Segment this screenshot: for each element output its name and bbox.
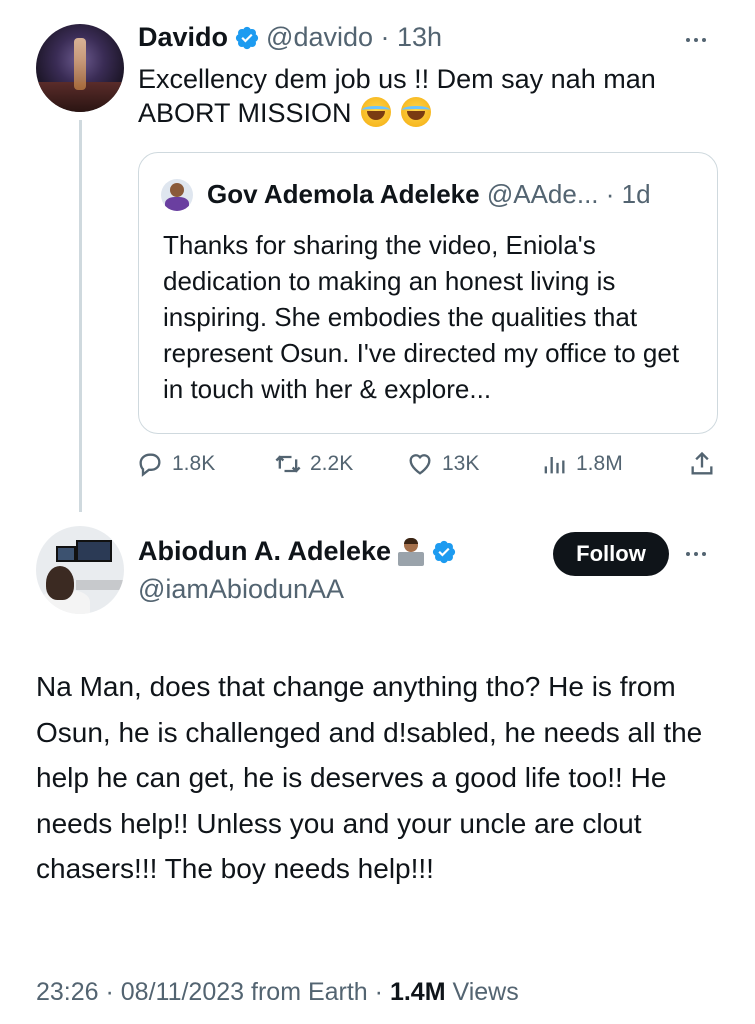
abiodun-more-icon[interactable]	[686, 552, 706, 556]
davido-header: Davido @davido · 13h	[138, 22, 442, 53]
quote-text: Thanks for sharing the video, Eniola's d…	[163, 230, 680, 404]
technologist-emoji-icon	[397, 537, 425, 566]
quote-handle	[480, 179, 487, 210]
quote-avatar	[161, 179, 193, 211]
tweet-time[interactable]: 23:26	[36, 978, 99, 1006]
analytics-icon	[544, 457, 565, 474]
davido-avatar[interactable]	[36, 24, 124, 112]
davido-text-line1: Excellency dem job us !! Dem say nah man	[138, 64, 656, 94]
reply-button[interactable]: 1.8K	[136, 450, 215, 478]
tears-of-joy-emoji-icon	[400, 97, 431, 127]
davido-time[interactable]: 13h	[397, 22, 442, 53]
davido-tweet-text: Excellency dem job us !! Dem say nah man…	[138, 62, 718, 130]
quote-name: Gov Ademola Adeleke	[207, 179, 480, 209]
quoted-tweet-card[interactable]: Gov Ademola Adeleke @AAde... · 1d Thanks…	[138, 152, 718, 434]
heart-icon	[409, 454, 431, 475]
quote-header: Gov Ademola Adeleke @AAde... · 1d	[207, 179, 651, 210]
reply-count: 1.8K	[172, 452, 216, 475]
verified-badge-icon	[432, 540, 456, 563]
davido-text-line2: ABORT MISSION	[138, 98, 352, 128]
quote-time: 1d	[621, 179, 651, 209]
reply-tweet-text: Na Man, does that change anything tho? H…	[36, 671, 703, 884]
abiodun-handle[interactable]: @iamAbiodunAA	[138, 574, 344, 605]
like-button[interactable]: 13K	[406, 450, 479, 478]
repost-icon	[275, 455, 301, 473]
thread-line	[79, 120, 82, 512]
tweet-source: from Earth	[251, 978, 368, 1006]
repost-button[interactable]: 2.2K	[274, 450, 353, 478]
like-count: 13K	[442, 452, 480, 475]
abiodun-avatar[interactable]	[36, 526, 124, 614]
tweet-views-label: Views	[452, 978, 519, 1006]
reply-icon	[139, 453, 161, 477]
views-button[interactable]: 1.8M	[540, 450, 623, 478]
abiodun-name[interactable]: Abiodun A. Adeleke	[138, 536, 391, 567]
abiodun-header: Abiodun A. Adeleke	[138, 536, 463, 567]
share-button[interactable]	[688, 450, 716, 478]
quote-handle-text: @AAde...	[486, 179, 599, 209]
davido-more-icon[interactable]	[686, 38, 706, 42]
separator-dot: ·	[598, 179, 622, 209]
separator-dot: ·	[98, 978, 121, 1006]
tweet-meta: 23:26 · 08/11/2023 from Earth · 1.4M Vie…	[36, 978, 519, 1007]
separator-dot: ·	[373, 22, 398, 52]
davido-handle[interactable]: @davido	[266, 22, 373, 53]
verified-badge-icon	[235, 26, 259, 49]
separator-dot: ·	[367, 978, 390, 1006]
repost-count: 2.2K	[310, 452, 354, 475]
tweet-date[interactable]: 08/11/2023	[121, 978, 244, 1006]
share-icon	[691, 451, 713, 475]
follow-button[interactable]: Follow	[553, 532, 669, 576]
tears-of-joy-emoji-icon	[361, 97, 392, 127]
action-bar: 1.8K 2.2K 13K 1.8M	[136, 450, 718, 484]
tweet-views-count: 1.4M	[389, 978, 446, 1006]
davido-name[interactable]: Davido	[138, 22, 228, 53]
views-count: 1.8M	[576, 452, 623, 475]
